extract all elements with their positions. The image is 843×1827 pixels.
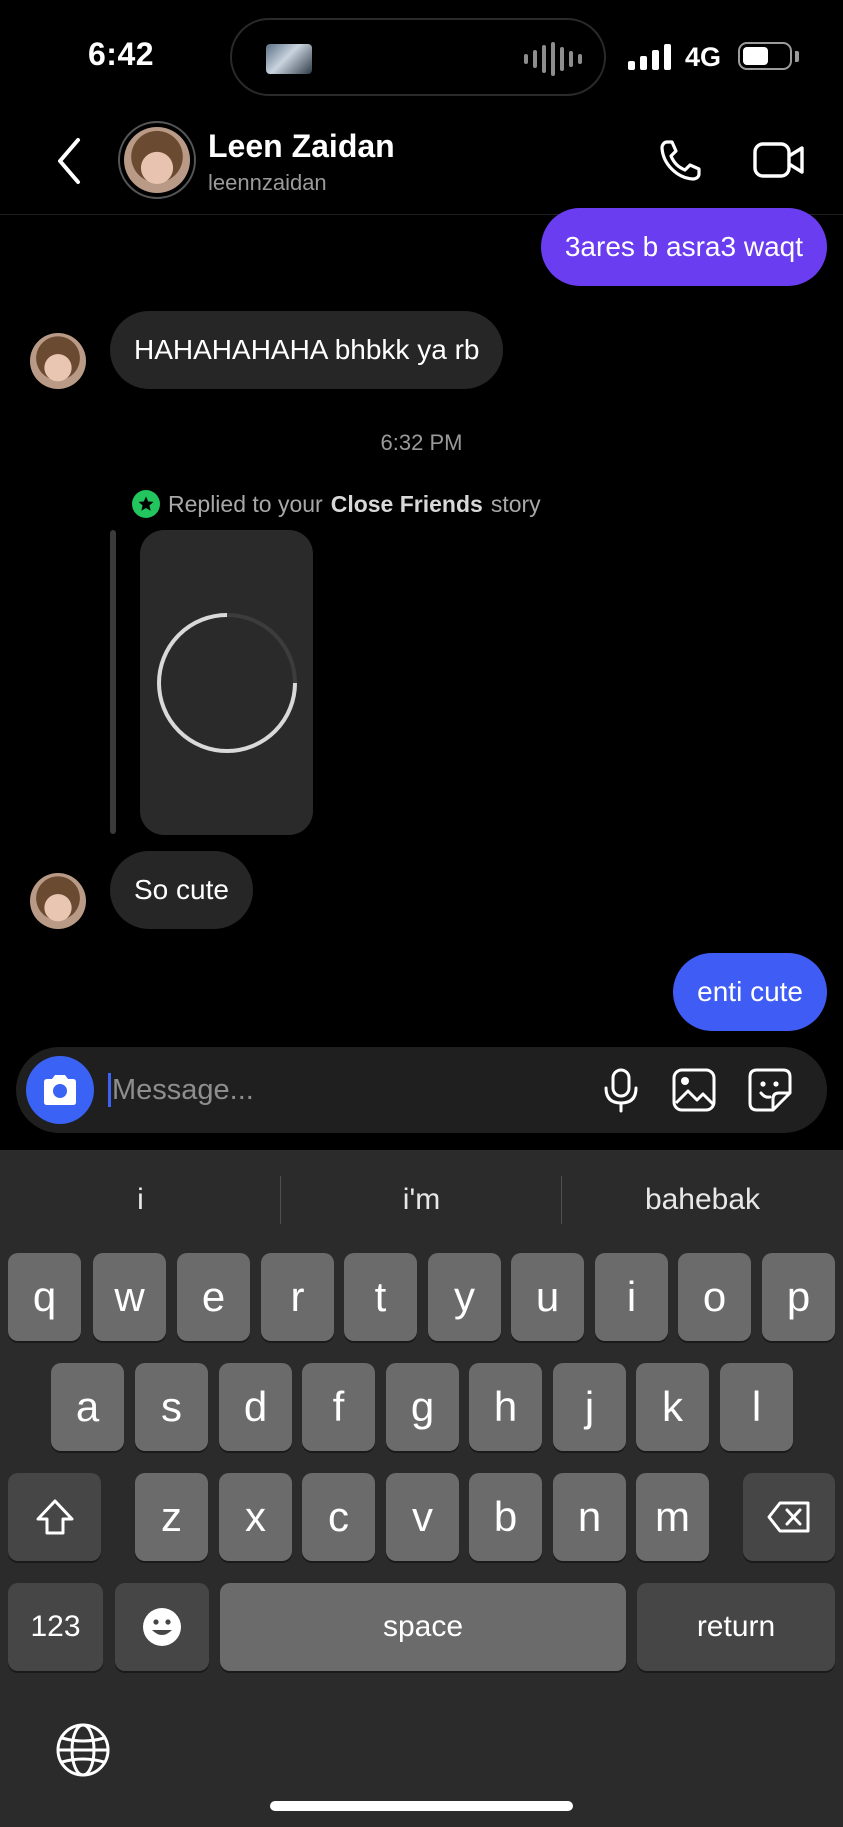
suggestion-1[interactable]: i <box>0 1150 281 1250</box>
key-s[interactable]: s <box>135 1363 208 1451</box>
network-type: 4G <box>685 42 722 72</box>
story-preview-card[interactable] <box>140 530 313 835</box>
video-call-icon[interactable] <box>752 136 806 184</box>
key-k[interactable]: k <box>636 1363 709 1451</box>
reply-prefix-text: Replied to your <box>168 490 323 517</box>
reply-indicator-bar <box>110 530 116 834</box>
sender-avatar[interactable] <box>30 333 86 389</box>
battery-icon <box>738 42 792 70</box>
phone-call-icon[interactable] <box>657 136 705 184</box>
cellular-signal-icon <box>628 44 671 70</box>
key-u[interactable]: u <box>511 1253 584 1341</box>
avatar <box>124 127 190 193</box>
text-cursor <box>108 1073 111 1107</box>
key-v[interactable]: v <box>386 1473 459 1561</box>
loading-spinner-icon <box>157 613 297 753</box>
back-arrow-icon[interactable] <box>52 136 86 186</box>
keyboard: i i'm bahebak q w e r t y u i o p a s d … <box>0 1150 843 1827</box>
sent-message-bubble[interactable]: enti cute <box>673 953 827 1031</box>
key-t[interactable]: t <box>344 1253 417 1341</box>
key-e[interactable]: e <box>177 1253 250 1341</box>
contact-avatar[interactable] <box>118 121 196 199</box>
key-l[interactable]: l <box>720 1363 793 1451</box>
key-b[interactable]: b <box>469 1473 542 1561</box>
key-p[interactable]: p <box>762 1253 835 1341</box>
live-activity-thumbnail <box>266 44 312 74</box>
message-timestamp: 6:32 PM <box>380 430 463 455</box>
close-friends-star-icon <box>132 490 160 518</box>
key-o[interactable]: o <box>678 1253 751 1341</box>
shift-key[interactable] <box>8 1473 101 1561</box>
audio-waveform-icon <box>524 42 582 76</box>
emoji-key[interactable] <box>115 1583 209 1671</box>
microphone-icon[interactable] <box>598 1067 644 1113</box>
key-j[interactable]: j <box>553 1363 626 1451</box>
key-m[interactable]: m <box>636 1473 709 1561</box>
suggestion-2[interactable]: i'm <box>281 1150 562 1250</box>
home-indicator[interactable] <box>270 1801 573 1811</box>
sticker-icon[interactable] <box>747 1067 793 1113</box>
contact-name[interactable]: Leen Zaidan <box>208 128 395 165</box>
key-q[interactable]: q <box>8 1253 81 1341</box>
key-z[interactable]: z <box>135 1473 208 1561</box>
shift-icon <box>36 1499 73 1535</box>
battery-cap <box>795 51 799 62</box>
camera-button[interactable] <box>26 1056 94 1124</box>
key-n[interactable]: n <box>553 1473 626 1561</box>
key-g[interactable]: g <box>386 1363 459 1451</box>
received-message-bubble[interactable]: HAHAHAHAHA bhbkk ya rb <box>110 311 504 389</box>
key-y[interactable]: y <box>428 1253 501 1341</box>
story-reply-label: Replied to your Close Friends story <box>132 490 541 518</box>
key-x[interactable]: x <box>219 1473 292 1561</box>
numbers-key[interactable]: 123 <box>8 1583 103 1671</box>
backspace-icon <box>767 1501 810 1533</box>
status-time: 6:42 <box>88 36 155 72</box>
emoji-icon <box>143 1608 181 1646</box>
space-key[interactable]: space <box>220 1583 626 1671</box>
key-a[interactable]: a <box>51 1363 124 1451</box>
reply-suffix-text: story <box>490 490 541 517</box>
key-w[interactable]: w <box>93 1253 166 1341</box>
return-key[interactable]: return <box>637 1583 835 1671</box>
key-i[interactable]: i <box>595 1253 668 1341</box>
delete-key[interactable] <box>743 1473 835 1561</box>
suggestion-3[interactable]: bahebak <box>562 1150 843 1250</box>
received-message-bubble[interactable]: So cute <box>110 851 253 929</box>
key-r[interactable]: r <box>261 1253 334 1341</box>
camera-icon <box>44 1075 76 1105</box>
key-h[interactable]: h <box>469 1363 542 1451</box>
contact-username[interactable]: leennzaidan <box>208 170 327 196</box>
key-c[interactable]: c <box>302 1473 375 1561</box>
sender-avatar[interactable] <box>30 873 86 929</box>
key-d[interactable]: d <box>219 1363 292 1451</box>
sent-message-bubble[interactable]: 3ares b asra3 waqt <box>540 208 827 286</box>
globe-icon[interactable] <box>55 1722 111 1778</box>
dynamic-island[interactable] <box>230 18 606 96</box>
message-composer <box>16 1047 827 1133</box>
gallery-icon[interactable] <box>671 1067 717 1113</box>
message-input[interactable] <box>112 1065 572 1115</box>
close-friends-text: Close Friends <box>330 490 483 517</box>
key-f[interactable]: f <box>302 1363 375 1451</box>
